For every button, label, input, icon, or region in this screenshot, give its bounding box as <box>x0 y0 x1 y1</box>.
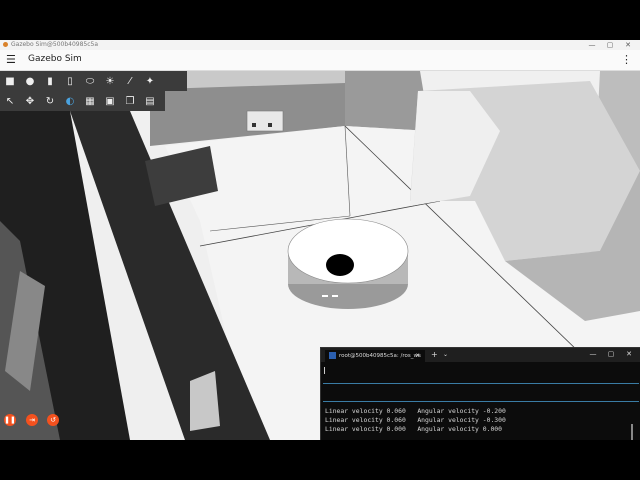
more-options-icon[interactable]: ⋮ <box>621 53 632 66</box>
step-button[interactable]: ⇥ <box>26 414 38 426</box>
app-bar: ☰ Gazebo Sim ⋮ <box>0 50 640 71</box>
reset-button[interactable]: ↺ <box>47 414 59 426</box>
terminal-close-button[interactable]: ✕ <box>621 350 637 358</box>
terminal-line: Linear velocity 0.060 Angular velocity -… <box>325 416 506 424</box>
select-icon[interactable]: ↖ <box>0 91 20 111</box>
box-icon[interactable]: ■ <box>0 71 20 91</box>
screenshot-icon[interactable]: ▣ <box>100 91 120 111</box>
text-cursor <box>324 367 325 374</box>
tab-dropdown-icon[interactable]: ⌄ <box>443 351 448 358</box>
terminal-line: Linear velocity 0.060 Angular velocity -… <box>325 407 506 415</box>
window-titlebar: Gazebo Sim@500b40985c5a — ▢ ✕ <box>0 40 640 50</box>
sun-icon[interactable]: ☀ <box>100 71 120 91</box>
close-button[interactable]: ✕ <box>620 40 636 50</box>
new-tab-button[interactable]: + <box>431 350 438 359</box>
terminal-output[interactable]: Linear velocity 0.060 Angular velocity -… <box>323 364 639 440</box>
light-icon[interactable]: ⁄ <box>120 71 140 91</box>
terminal-scrollbar[interactable] <box>631 424 633 440</box>
terminal-tab[interactable]: root@500b40985c5a: /ros_ws ✕ <box>325 350 425 362</box>
sphere-icon[interactable]: ● <box>20 71 40 91</box>
terminal-tab-title: root@500b40985c5a: /ros_ws <box>339 353 421 359</box>
spot-light-icon[interactable]: ✦ <box>140 71 160 91</box>
cylinder-icon[interactable]: ▮ <box>40 71 60 91</box>
gazebo-app-icon <box>3 42 8 47</box>
menu-icon[interactable]: ☰ <box>6 54 16 65</box>
terminal-line: Linear velocity 0.000 Angular velocity 0… <box>325 425 502 433</box>
maximize-button[interactable]: ▢ <box>602 40 618 50</box>
grid-icon[interactable]: ▦ <box>80 91 100 111</box>
app-title: Gazebo Sim <box>28 54 82 64</box>
paste-icon[interactable]: ▤ <box>140 91 160 111</box>
terminal-minimize-button[interactable]: — <box>585 350 601 358</box>
transform-toolbar: ↖ ✥ ↻ ◐ ▦ ▣ ❐ ▤ <box>0 91 165 111</box>
terminal-maximize-button[interactable]: ▢ <box>603 350 619 358</box>
ellipsoid-icon[interactable]: ⬭ <box>80 71 100 91</box>
wall-sensor-box <box>246 110 284 132</box>
shapes-toolbar: ■ ● ▮ ▯ ⬭ ☀ ⁄ ✦ <box>0 71 187 91</box>
robot-lidar <box>326 254 354 276</box>
minimize-button[interactable]: — <box>584 40 600 50</box>
capsule-icon[interactable]: ▯ <box>60 71 80 91</box>
translate-icon[interactable]: ✥ <box>20 91 40 111</box>
terminal-divider <box>323 383 639 384</box>
terminal-tab-bar: root@500b40985c5a: /ros_ws ✕ + ⌄ — ▢ ✕ <box>321 348 640 362</box>
rotate-icon[interactable]: ↻ <box>40 91 60 111</box>
gazebo-window: Gazebo Sim@500b40985c5a — ▢ ✕ ☰ Gazebo S… <box>0 40 640 440</box>
window-title: Gazebo Sim@500b40985c5a <box>11 41 99 48</box>
play-pause-button[interactable]: ❚❚ <box>4 414 16 426</box>
snap-icon[interactable]: ◐ <box>60 91 80 111</box>
tab-close-icon[interactable]: ✕ <box>415 350 420 362</box>
terminal-divider <box>323 401 639 402</box>
terminal-window[interactable]: root@500b40985c5a: /ros_ws ✕ + ⌄ — ▢ ✕ L… <box>320 347 640 440</box>
copy-icon[interactable]: ❐ <box>120 91 140 111</box>
powershell-icon <box>329 352 336 359</box>
